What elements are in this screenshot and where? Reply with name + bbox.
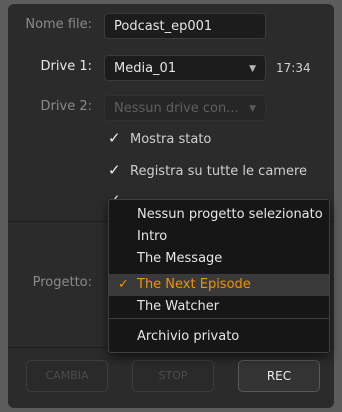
chevron-down-icon: ▼ (249, 64, 256, 74)
stop-button[interactable]: STOP (132, 360, 214, 392)
drive1-remaining-time: 17:34 (276, 61, 311, 75)
chevron-down-icon: ▼ (249, 104, 256, 114)
project-label: Progetto: (32, 275, 92, 290)
drive1-label: Drive 1: (40, 59, 92, 74)
menu-item-the-next-episode-label: The Next Episode (137, 277, 251, 292)
menu-item-the-watcher[interactable]: The Watcher (109, 296, 329, 318)
drive1-value: Media_01 (114, 61, 177, 76)
checkmark-icon: ✓ (108, 161, 121, 179)
checkmark-icon: ✓ (108, 129, 121, 147)
drive2-select[interactable]: Nessun drive con... ▼ (104, 95, 266, 121)
drive1-select[interactable]: Media_01 ▼ (104, 55, 266, 81)
menu-item-private-archive[interactable]: Archivio privato (109, 326, 329, 348)
checkbox-show-status[interactable]: ✓ Mostra stato (108, 129, 211, 149)
checkbox-show-status-label: Mostra stato (130, 132, 212, 147)
menu-item-intro[interactable]: Intro (109, 226, 329, 248)
filename-input[interactable]: Podcast_ep001 (104, 13, 266, 39)
drive2-value: Nessun drive con... (114, 101, 239, 116)
rec-button[interactable]: REC (238, 360, 320, 392)
checkbox-record-all-cameras-label: Registra su tutte le camere (130, 164, 308, 179)
menu-item-the-message[interactable]: The Message (109, 248, 329, 270)
change-button[interactable]: CAMBIA (26, 360, 108, 392)
menu-item-no-project[interactable]: Nessun progetto selezionato (109, 204, 329, 226)
drive2-label: Drive 2: (40, 99, 92, 114)
menu-item-the-next-episode[interactable]: ✓ The Next Episode (109, 274, 329, 296)
filename-label: Nome file: (25, 17, 92, 32)
project-dropdown-menu: Nessun progetto selezionato Intro The Me… (108, 199, 330, 353)
checkmark-icon: ✓ (118, 277, 129, 292)
menu-separator (109, 318, 329, 319)
checkbox-record-all-cameras[interactable]: ✓ Registra su tutte le camere (108, 161, 307, 181)
